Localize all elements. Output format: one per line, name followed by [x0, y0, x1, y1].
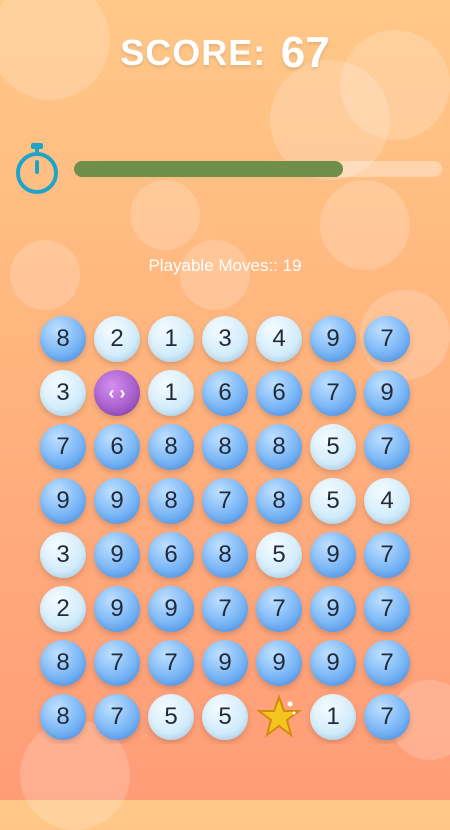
number-tile[interactable]: 8	[148, 424, 194, 470]
number-tile[interactable]: 8	[256, 424, 302, 470]
number-tile[interactable]: 8	[40, 694, 86, 740]
number-tile[interactable]: 9	[310, 640, 356, 686]
number-tile[interactable]: 6	[94, 424, 140, 470]
number-tile[interactable]: 7	[256, 586, 302, 632]
number-tile[interactable]: 9	[202, 640, 248, 686]
swap-arrows-icon: ‹ ›	[108, 382, 126, 403]
number-tile[interactable]: 2	[94, 316, 140, 362]
score-display: SCORE: 67	[0, 28, 450, 78]
number-tile[interactable]: 9	[310, 586, 356, 632]
number-tile[interactable]: 7	[364, 694, 410, 740]
number-tile[interactable]: 5	[256, 532, 302, 578]
number-tile[interactable]: 2	[40, 586, 86, 632]
number-tile[interactable]: 7	[364, 424, 410, 470]
number-tile[interactable]: 4	[364, 478, 410, 524]
number-tile[interactable]: 8	[202, 424, 248, 470]
stopwatch-icon	[14, 142, 60, 196]
number-tile[interactable]: 8	[256, 478, 302, 524]
number-tile[interactable]: 5	[310, 478, 356, 524]
timer-progress-bar	[74, 161, 442, 177]
score-value: 67	[280, 28, 330, 77]
number-tile[interactable]: 8	[40, 316, 86, 362]
number-tile[interactable]: 6	[148, 532, 194, 578]
number-tile[interactable]: 9	[148, 586, 194, 632]
number-tile[interactable]: 7	[364, 640, 410, 686]
number-tile[interactable]: 8	[202, 532, 248, 578]
number-tile[interactable]: 9	[94, 586, 140, 632]
number-tile[interactable]: 9	[310, 316, 356, 362]
number-tile[interactable]: 1	[148, 316, 194, 362]
number-tile[interactable]: 5	[148, 694, 194, 740]
number-tile[interactable]: 1	[310, 694, 356, 740]
game-board: 8 2 1 3 4 9 7 3 ‹ › 1 6 6 7 9 7 6 8 8 8 5 7 9 9 8 7 8 5 4 3 9 6 8 5 9 7 2 9 9…	[36, 312, 414, 744]
number-tile[interactable]: 9	[364, 370, 410, 416]
number-tile[interactable]: 8	[40, 640, 86, 686]
number-tile[interactable]: 7	[364, 586, 410, 632]
number-tile[interactable]: 6	[202, 370, 248, 416]
number-tile[interactable]: 9	[40, 478, 86, 524]
number-tile[interactable]: 7	[94, 640, 140, 686]
number-tile[interactable]: 6	[256, 370, 302, 416]
number-tile[interactable]: 7	[202, 478, 248, 524]
number-tile[interactable]: 8	[148, 478, 194, 524]
playable-moves-text: Playable Moves:: 19	[148, 256, 302, 275]
number-tile[interactable]: 1	[148, 370, 194, 416]
number-tile[interactable]: 3	[40, 532, 86, 578]
number-tile[interactable]: 5	[202, 694, 248, 740]
number-tile[interactable]: 7	[310, 370, 356, 416]
number-tile[interactable]: 9	[94, 532, 140, 578]
special-swap-tile[interactable]: ‹ ›	[94, 370, 140, 416]
number-tile[interactable]: 9	[94, 478, 140, 524]
number-tile[interactable]: 7	[364, 532, 410, 578]
number-tile[interactable]: 3	[40, 370, 86, 416]
star-tile[interactable]	[256, 694, 302, 740]
bokeh-circle	[130, 180, 200, 250]
number-tile[interactable]: 4	[256, 316, 302, 362]
number-tile[interactable]: 7	[148, 640, 194, 686]
number-tile[interactable]: 7	[40, 424, 86, 470]
number-tile[interactable]: 3	[202, 316, 248, 362]
timer-progress-fill	[74, 161, 343, 177]
number-tile[interactable]: 7	[94, 694, 140, 740]
star-icon	[256, 694, 302, 738]
number-tile[interactable]: 7	[364, 316, 410, 362]
number-tile[interactable]: 7	[202, 586, 248, 632]
number-tile[interactable]: 9	[256, 640, 302, 686]
score-label: SCORE:	[120, 32, 267, 73]
number-tile[interactable]: 9	[310, 532, 356, 578]
number-tile[interactable]: 5	[310, 424, 356, 470]
